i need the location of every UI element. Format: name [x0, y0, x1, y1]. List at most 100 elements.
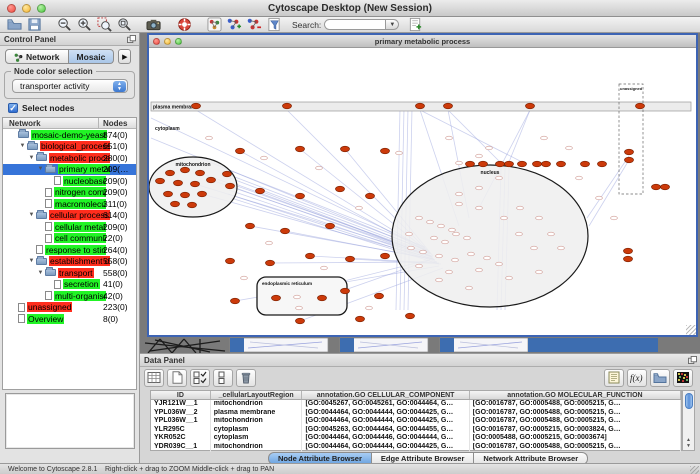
folder-icon	[45, 166, 56, 173]
minimized-windows-strip[interactable]	[140, 337, 700, 353]
zoom-out-icon[interactable]	[54, 17, 74, 32]
tree-row[interactable]: ▼response to stimulu264(0)	[3, 244, 136, 256]
table-cell: [GO:0016787, GO:0005215, GO:0003824, G…	[470, 426, 681, 435]
table-scrollbar[interactable]: ▲▼	[682, 390, 695, 451]
tree-row-label: cellular process	[49, 210, 110, 220]
data-panel-toolbar: f(x)	[140, 366, 700, 389]
search-dropdown-icon[interactable]: ▼	[386, 19, 399, 30]
edit-edges-icon[interactable]	[244, 17, 264, 32]
window-resize-grip[interactable]	[690, 466, 699, 474]
tree-row[interactable]: ▼cellular process614(0)	[3, 210, 136, 222]
tree-row-label: secretion	[63, 279, 100, 289]
table-cell: mitochondrion	[211, 443, 303, 452]
scrollbar-thumb[interactable]	[685, 393, 693, 409]
attribute-table[interactable]: ID_cellularLayoutRegionannotation.GO CEL…	[150, 390, 682, 451]
search-input[interactable]	[324, 19, 386, 30]
table-cell: cytoplasm	[211, 434, 303, 443]
tree-row[interactable]: ▼unassigned223(0)	[3, 302, 136, 314]
tree-row-label: establishment of lo	[49, 256, 110, 266]
edit-nodes-icon[interactable]	[224, 17, 244, 32]
tree-row[interactable]: ▼Overview8(0)	[3, 313, 136, 325]
unselect-attributes-icon[interactable]	[213, 369, 233, 387]
svg-text:nucleus: nucleus	[481, 170, 500, 176]
snapshot-icon[interactable]	[144, 17, 164, 32]
window-resize-grip[interactable]	[686, 325, 696, 335]
new-attribute-icon[interactable]	[167, 369, 187, 387]
tab-network-label: Network	[26, 52, 60, 62]
tree-row[interactable]: ▼mosaic-demo-yeast874(0)	[3, 129, 136, 141]
table-cell: [GO:0044464, GO:0044444, GO:0044425, G…	[302, 443, 469, 452]
tree-row-count: 874(0)	[103, 130, 128, 140]
tree-row[interactable]: ▼metabolic process280(0)	[3, 152, 136, 164]
table-column-header[interactable]: annotation.GO MOLECULAR_FUNCTION	[470, 391, 681, 399]
tree-row[interactable]: ▼ biological_process651(0)	[3, 141, 136, 153]
disclosure-triangle-icon[interactable]: ▼	[36, 270, 45, 276]
tree-row[interactable]: ▼macromolecule311(0)	[3, 198, 136, 210]
float-panel-icon[interactable]	[127, 35, 136, 43]
table-cell: [GO:0044464, GO:0044444, GO:0044425, G…	[302, 417, 469, 426]
tree-row-label: biological_process	[40, 141, 110, 151]
tree-row-count: 651(0)	[103, 141, 128, 151]
tab-overflow-icon[interactable]: ▶	[118, 49, 131, 64]
disclosure-triangle-icon[interactable]: ▼	[27, 155, 36, 161]
delete-attribute-icon[interactable]	[236, 369, 256, 387]
tree-row[interactable]: ▼transport558(0)	[3, 267, 136, 279]
disclosure-triangle-icon[interactable]: ▼	[27, 212, 36, 218]
notes-icon[interactable]	[604, 369, 624, 387]
folder-icon	[27, 143, 38, 150]
birds-eye-view[interactable]	[5, 393, 135, 449]
node-color-selection-group: Node color selection transporter activit…	[4, 71, 135, 99]
help-icon[interactable]	[174, 17, 194, 32]
table-column-header[interactable]: annotation.GO CELLULAR_COMPONENT	[302, 391, 469, 399]
annotation-icon[interactable]	[405, 17, 425, 32]
tree-row[interactable]: ▼establishment of lo558(0)	[3, 256, 136, 268]
data-panel-toolbar-right: f(x)	[604, 369, 696, 387]
network-window[interactable]: primary metabolic process plasma membran…	[147, 33, 698, 337]
tree-row-count: 558(0)	[103, 268, 128, 278]
select-nodes-checkbox[interactable]: ✓	[8, 103, 18, 113]
tree-row[interactable]: ▼multi-organism pro42(0)	[3, 290, 136, 302]
network-canvas[interactable]: plasma membranecytoplasmmitochondrionnuc…	[149, 48, 696, 335]
import-attributes-icon[interactable]	[650, 369, 670, 387]
table-row[interactable]: YDR039C__1mitochondrion[GO:0044464, GO:0…	[151, 443, 681, 452]
table-grid-icon[interactable]	[144, 369, 164, 387]
zoom-in-icon[interactable]	[74, 17, 94, 32]
node-color-dropdown[interactable]: transporter activity ▲▼	[12, 79, 128, 93]
table-row[interactable]: YLR295Ccytoplasm[GO:0045263, GO:0044464,…	[151, 426, 681, 435]
table-row[interactable]: YPL036W__2plasma membrane[GO:0044464, GO…	[151, 409, 681, 418]
open-icon[interactable]	[4, 17, 24, 32]
tree-row[interactable]: ▼nucleobase-209(0)	[3, 175, 136, 187]
disclosure-triangle-icon[interactable]: ▼	[18, 143, 27, 149]
filter-icon[interactable]	[264, 17, 284, 32]
table-row[interactable]: YPL036W__1mitochondrion[GO:0044464, GO:0…	[151, 417, 681, 426]
tab-network[interactable]: Network	[5, 49, 69, 64]
table-row[interactable]: YJR121W__1mitochondrion[GO:0045267, GO:0…	[151, 400, 681, 409]
tree-row[interactable]: ▼cellular metabo209(0)	[3, 221, 136, 233]
table-column-header[interactable]: _cellularLayoutRegion	[211, 391, 303, 399]
tree-row-label: multi-organism pro	[54, 291, 106, 301]
zoom-selected-icon[interactable]	[94, 17, 114, 32]
table-cell: YDR039C__1	[151, 443, 211, 452]
table-row[interactable]: YKR052Ccytoplasm[GO:0044464, GO:0044446,…	[151, 434, 681, 443]
tree-row[interactable]: ▼cell communicat22(0)	[3, 233, 136, 245]
disclosure-triangle-icon[interactable]: ▼	[36, 166, 45, 172]
tree-row-count: 209(0)	[103, 222, 128, 232]
tree-row-count: 209(0)	[103, 187, 128, 197]
function-builder-icon[interactable]: f(x)	[627, 369, 647, 387]
heatmap-icon[interactable]	[673, 369, 693, 387]
tree-row[interactable]: ▼secretion41(0)	[3, 279, 136, 291]
svg-text:cytoplasm: cytoplasm	[155, 126, 180, 132]
table-column-header[interactable]: ID	[151, 391, 211, 399]
float-panel-icon[interactable]	[688, 356, 697, 364]
zoom-fit-icon[interactable]	[114, 17, 134, 32]
save-icon[interactable]	[24, 17, 44, 32]
tree-row-label: cellular metabo	[54, 222, 106, 232]
tree-row[interactable]: ▼nitrogen compo209(0)	[3, 187, 136, 199]
select-attributes-icon[interactable]	[190, 369, 210, 387]
tree-row[interactable]: ▼primary metabo209(…	[3, 164, 136, 176]
tab-mosaic[interactable]: Mosaic	[69, 49, 115, 64]
disclosure-triangle-icon[interactable]: ▼	[27, 258, 36, 264]
scrollbar-arrows-icon[interactable]: ▲▼	[683, 437, 694, 449]
vizmapper-icon[interactable]	[204, 17, 224, 32]
tree-row-count: 311(0)	[103, 199, 127, 209]
